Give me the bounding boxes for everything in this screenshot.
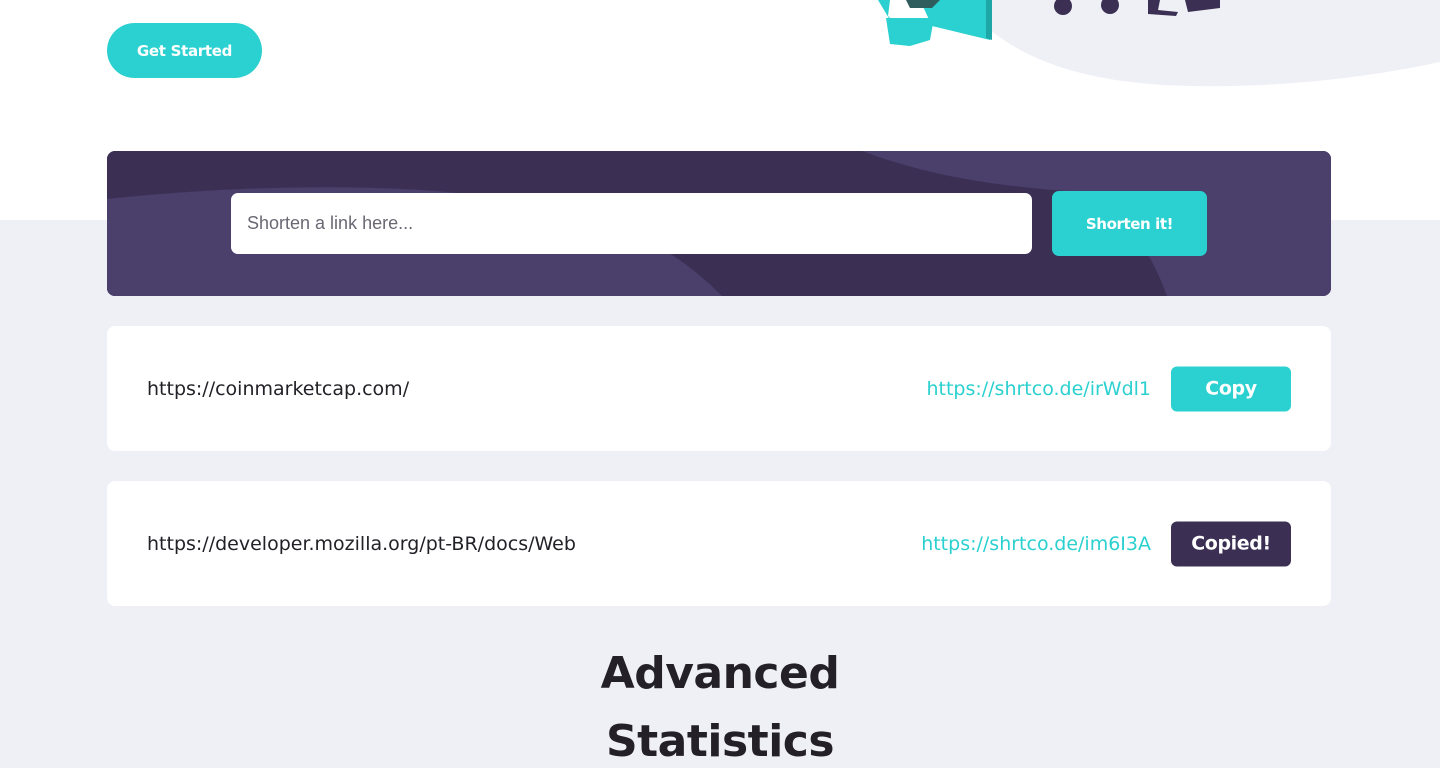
shorten-panel: Shorten it! [107,151,1331,296]
short-url-link[interactable]: https://shrtco.de/im6I3A [921,533,1151,555]
heading-line-1: Advanced [600,648,840,699]
result-row: https://developer.mozilla.org/pt-BR/docs… [107,481,1331,606]
short-url-link[interactable]: https://shrtco.de/irWdl1 [926,378,1151,400]
hero-illustration [878,0,1440,87]
heading-line-2: Statistics [605,716,835,767]
get-started-button[interactable]: Get Started [107,23,262,78]
copy-button[interactable]: Copy [1171,366,1291,411]
shorten-link-input[interactable] [231,193,1032,254]
result-row: https://coinmarketcap.com/ https://shrtc… [107,326,1331,451]
original-url: https://developer.mozilla.org/pt-BR/docs… [147,532,576,555]
shorten-it-button[interactable]: Shorten it! [1052,191,1207,256]
original-url: https://coinmarketcap.com/ [147,377,410,400]
copied-button[interactable]: Copied! [1171,521,1291,566]
advanced-statistics-heading: Advanced Statistics [520,640,920,768]
